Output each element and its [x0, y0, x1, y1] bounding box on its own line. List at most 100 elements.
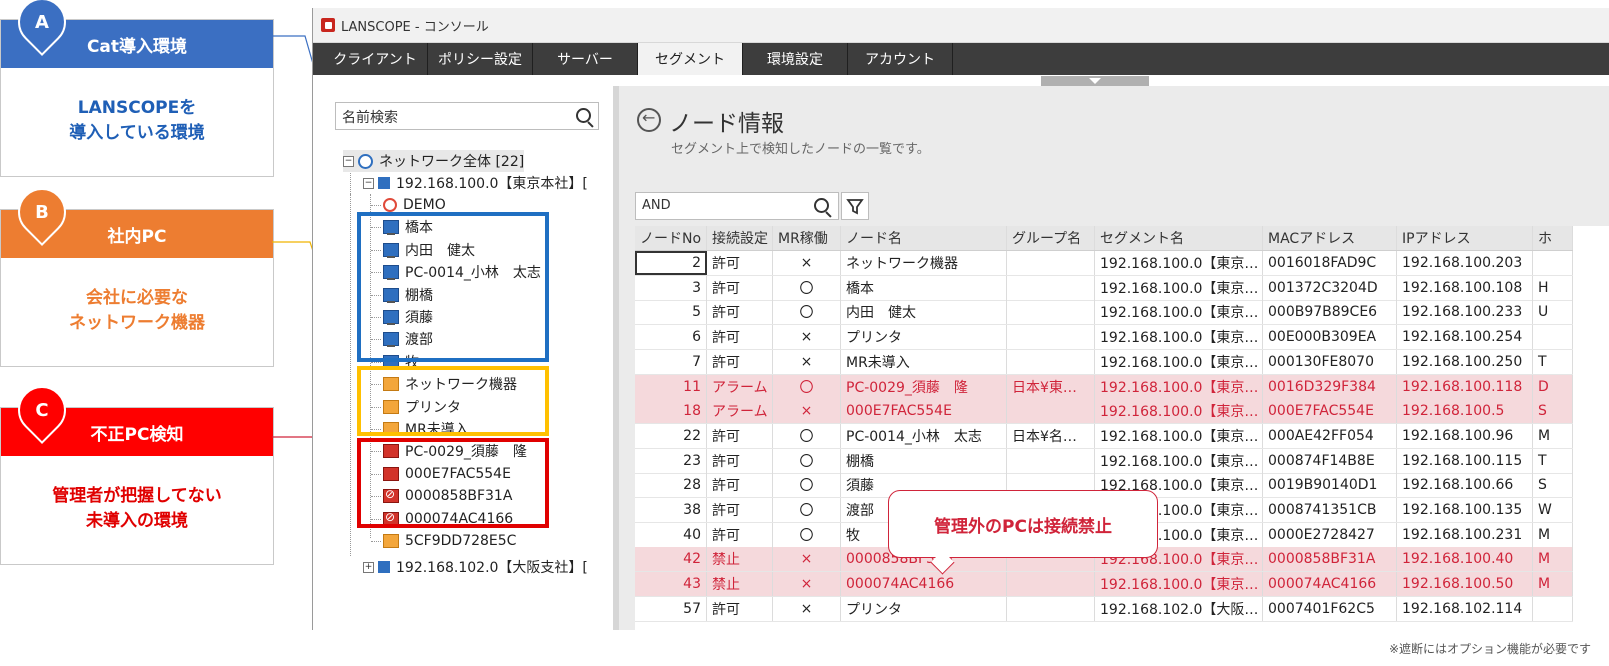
table-cell-conn: 許可 — [707, 349, 773, 374]
table-row[interactable]: 2 許可 × ネットワーク機器 192.168.100.0【東京… 0016018FAD9… — [635, 251, 1573, 276]
tree-root-network[interactable]: − ネットワーク全体 [22] — [343, 150, 525, 172]
table-cell-no: 11 — [635, 374, 707, 399]
table-cell-ip: 192.168.100.118 — [1397, 374, 1533, 399]
table-row[interactable]: 6 許可 × プリンタ 192.168.100.0【東京… 00E000B309EA 192… — [635, 325, 1573, 351]
table-cell-mr: 〇 — [773, 374, 841, 399]
table-cell-no: 43 — [635, 572, 707, 597]
collapse-icon[interactable]: − — [343, 155, 354, 167]
table-row[interactable]: 11 アラーム〇 PC-0029_須藤 隆日本¥東… 192.168.100.0【東京… — [635, 374, 1573, 400]
table-cell-h: H — [1533, 275, 1573, 300]
table-cell-no: 3 — [635, 275, 707, 300]
menu-environment[interactable]: 環境設定 — [743, 43, 848, 75]
page-title: ノード情報 — [669, 111, 784, 137]
table-cell-mac: 00E000B309EA — [1263, 325, 1397, 350]
tree-node[interactable]: 5CF9DD728E5C — [383, 530, 516, 552]
menu-policy[interactable]: ポリシー設定 — [428, 43, 533, 75]
footnote: ※遮断にはオプション機能が必要です — [1388, 642, 1591, 656]
table-cell-name: PC-0029_須藤 隆 — [841, 374, 1007, 399]
table-row[interactable]: 5 許可〇内田 健太 192.168.100.0【東京… 000B97B89CE6 19… — [635, 300, 1573, 326]
table-cell-mr: × — [773, 325, 841, 350]
table-cell-no: 6 — [635, 325, 707, 350]
table-cell-h: U — [1533, 300, 1573, 325]
table-cell-ip: 192.168.100.50 — [1397, 572, 1533, 597]
column-header[interactable]: 接続設定 — [707, 226, 773, 250]
table-cell-no: 5 — [635, 300, 707, 325]
table-cell-group: 日本¥名… — [1007, 423, 1095, 448]
back-arrow-icon[interactable] — [637, 108, 661, 132]
menu-segment[interactable]: セグメント — [638, 43, 743, 75]
table-cell-mr: 〇 — [773, 448, 841, 473]
table-cell-no: 38 — [635, 498, 707, 522]
table-cell-conn: 禁止 — [707, 572, 773, 597]
table-row[interactable]: 22 許可〇 PC-0014_小林 太志 日本¥名… 192.168.100.0【東京…… — [635, 423, 1573, 449]
column-header[interactable]: ノードNo — [635, 226, 707, 250]
table-cell-mac: 000074AC4166 — [1263, 572, 1397, 597]
tree-segment-osaka[interactable]: + 192.168.102.0【大阪支社】[ — [363, 556, 588, 578]
table-cell-mr: 〇 — [773, 300, 841, 325]
menu-server[interactable]: サーバー — [533, 43, 638, 75]
table-cell-mr: × — [773, 572, 841, 597]
column-header[interactable]: MR稼働 — [773, 226, 841, 250]
table-cell-seg: 192.168.100.0【東京… — [1095, 374, 1263, 399]
table-row[interactable]: 23 許可〇棚橋 192.168.100.0【東京… 000874F14B8E 192.… — [635, 448, 1573, 474]
table-cell-h: M — [1533, 547, 1573, 572]
table-cell-mr: 〇 — [773, 473, 841, 498]
search-icon[interactable] — [576, 108, 591, 123]
table-cell-conn: 禁止 — [707, 547, 773, 572]
table-row[interactable]: 7 許可 × MR未導入 192.168.100.0【東京… 000130FE8070 19… — [635, 349, 1573, 375]
table-cell-mr: 〇 — [773, 423, 841, 448]
column-header[interactable]: グループ名 — [1007, 226, 1095, 250]
main-menu-bar: クライアント ポリシー設定 サーバー セグメント 環境設定 アカウント — [313, 43, 1609, 75]
table-cell-seg: 192.168.100.0【東京… — [1095, 448, 1263, 473]
collapse-handle[interactable] — [1041, 76, 1149, 86]
title-bar: LANSCOPE - コンソール — [313, 8, 1609, 43]
table-cell-h: M — [1533, 522, 1573, 547]
table-cell-name: 000E7FAC554E — [841, 399, 1007, 424]
table-cell-ip: 192.168.100.203 — [1397, 251, 1533, 275]
table-cell-conn: アラーム — [707, 399, 773, 424]
table-cell-h: T — [1533, 448, 1573, 473]
table-cell-h — [1533, 251, 1573, 275]
table-row[interactable]: 57 許可 × プリンタ 192.168.102.0【大阪… 0007401F62C5 19… — [635, 596, 1573, 622]
table-cell-seg: 192.168.102.0【大阪… — [1095, 596, 1263, 621]
column-header[interactable]: ホ — [1533, 226, 1573, 250]
table-cell-group — [1007, 572, 1095, 597]
table-cell-no: 2 — [635, 251, 707, 275]
table-cell-no: 18 — [635, 399, 707, 424]
expand-icon[interactable]: + — [363, 561, 374, 573]
menu-client[interactable]: クライアント — [323, 43, 428, 75]
table-cell-h: M — [1533, 423, 1573, 448]
tree-segment-tokyo[interactable]: − 192.168.100.0【東京本社】[ — [363, 172, 588, 194]
table-row[interactable]: 18 アラーム × 000E7FAC554E 192.168.100.0【東京… 000E… — [635, 399, 1573, 425]
column-header[interactable]: セグメント名 — [1095, 226, 1263, 250]
table-cell-name: 橋本 — [841, 275, 1007, 300]
table-cell-mr: × — [773, 547, 841, 572]
table-cell-name: 000074AC4166 — [841, 572, 1007, 597]
table-cell-h: S — [1533, 399, 1573, 424]
column-header[interactable]: ノード名 — [841, 226, 1007, 250]
table-cell-mac: 0000858BF31A — [1263, 547, 1397, 572]
table-cell-group — [1007, 596, 1095, 621]
table-cell-mac: 0019B90140D1 — [1263, 473, 1397, 498]
table-cell-seg: 192.168.100.0【東京… — [1095, 349, 1263, 374]
search-icon[interactable] — [814, 198, 829, 213]
table-cell-conn: 許可 — [707, 448, 773, 473]
tree-search-input[interactable]: 名前検索 — [335, 102, 599, 130]
collapse-icon[interactable]: − — [363, 177, 374, 189]
table-cell-group — [1007, 448, 1095, 473]
column-header[interactable]: MACアドレス — [1263, 226, 1397, 250]
menu-account[interactable]: アカウント — [848, 43, 953, 75]
table-cell-mr: × — [773, 251, 841, 275]
table-cell-h: M — [1533, 572, 1573, 597]
column-header[interactable]: IPアドレス — [1397, 226, 1533, 250]
table-row[interactable]: 3 許可〇橋本 192.168.100.0【東京… 001372C3204D 192.1… — [635, 275, 1573, 301]
table-cell-no: 22 — [635, 423, 707, 448]
table-cell-mac: 001372C3204D — [1263, 275, 1397, 300]
table-cell-ip: 192.168.100.115 — [1397, 448, 1533, 473]
filter-button[interactable] — [841, 192, 869, 220]
table-row[interactable]: 43 禁止 × 000074AC4166 192.168.100.0【東京… 000074… — [635, 572, 1573, 598]
window-title: LANSCOPE - コンソール — [341, 19, 489, 35]
node-filter-input[interactable]: AND — [635, 192, 839, 220]
table-cell-h: D — [1533, 374, 1573, 399]
table-cell-group — [1007, 300, 1095, 325]
